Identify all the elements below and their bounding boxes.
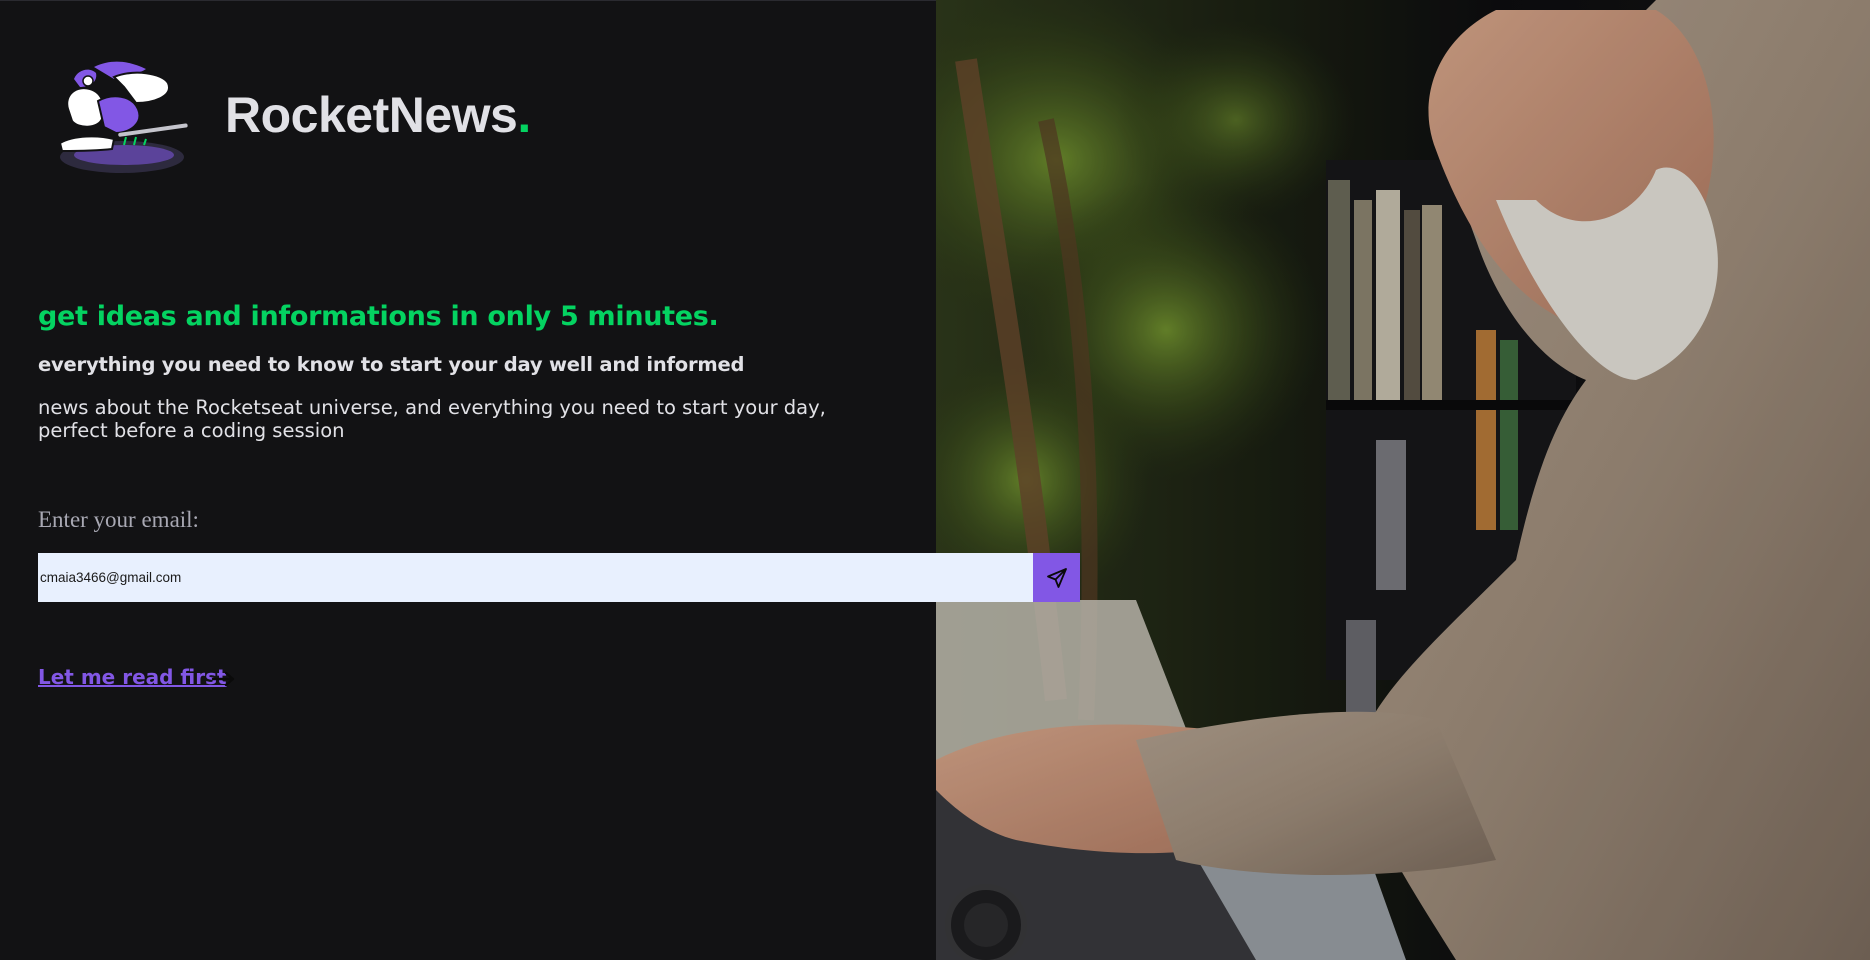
- hero-photo-man-at-computer: [936, 0, 1870, 960]
- brand-title: RocketNews.: [225, 86, 531, 144]
- description-line-2: perfect before a coding session: [38, 419, 345, 442]
- left-panel: RocketNews. get ideas and informations i…: [0, 0, 936, 960]
- email-label: Enter your email:: [38, 507, 199, 532]
- subheadline: everything you need to know to start you…: [38, 353, 745, 376]
- let-me-read-first-link[interactable]: Let me read first: [38, 665, 227, 689]
- brand-name: RocketNews: [225, 87, 518, 143]
- email-input[interactable]: [38, 553, 1033, 602]
- arrow-right-icon[interactable]: [211, 669, 237, 689]
- brand-dot: .: [517, 87, 531, 143]
- description-line-1: news about the Rocketseat universe, and …: [38, 396, 826, 419]
- headline: get ideas and informations in only 5 min…: [38, 301, 719, 332]
- send-icon: [1046, 567, 1067, 588]
- rocketseat-mascot-logo: [58, 61, 188, 173]
- description: news about the Rocketseat universe, and …: [38, 396, 858, 442]
- send-button[interactable]: [1033, 553, 1080, 602]
